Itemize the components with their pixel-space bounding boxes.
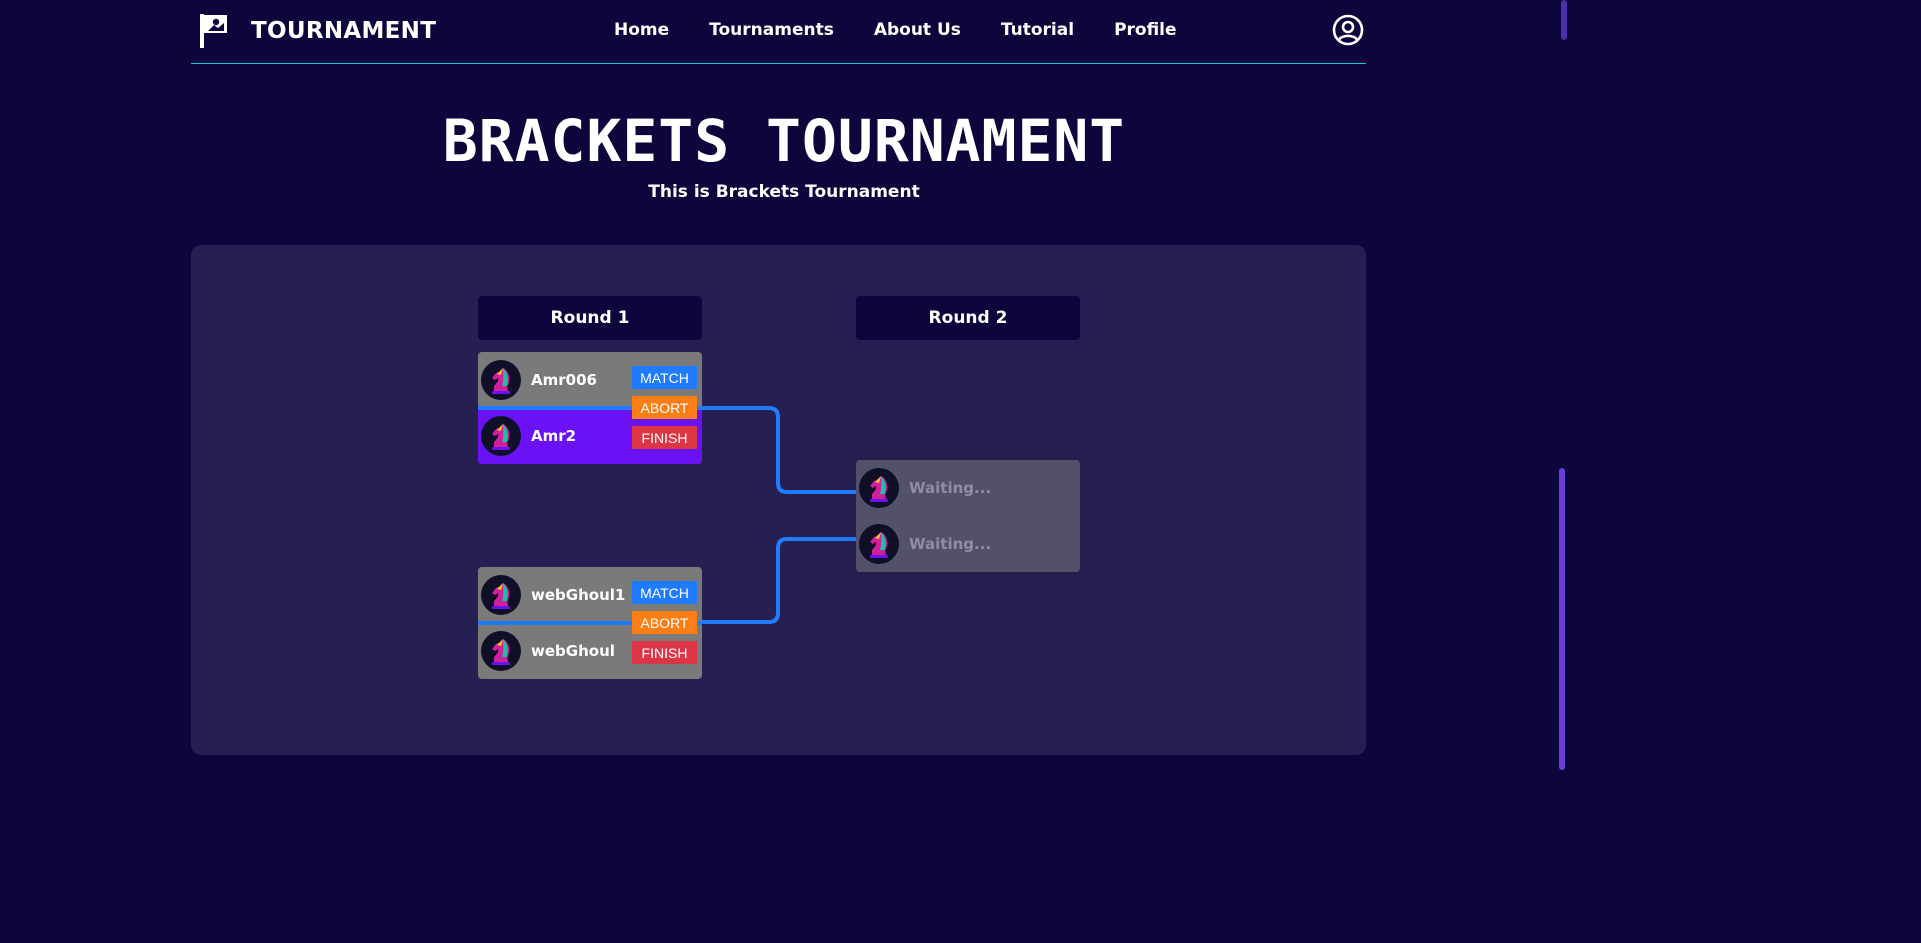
knight-chess-piece-icon (492, 424, 510, 450)
page-subtitle: This is Brackets Tournament (648, 182, 920, 202)
page-title: BRACKETS TOURNAMENT (442, 107, 1126, 175)
match-button[interactable]: MATCH (632, 366, 697, 389)
scrollbar-thumb[interactable] (1559, 468, 1565, 770)
finish-button[interactable]: FINISH (632, 641, 697, 664)
knight-chess-piece-icon (492, 583, 510, 609)
knight-chess-piece-icon (870, 532, 888, 558)
avatar (481, 631, 521, 671)
avatar (481, 575, 521, 615)
avatar (481, 360, 521, 400)
brand-logo[interactable]: TOURNAMENT (199, 13, 436, 49)
brand-name: TOURNAMENT (251, 18, 437, 44)
waiting-label: Waiting... (909, 479, 992, 497)
main-nav: Home Tournaments About Us Tutorial Profi… (614, 20, 1177, 40)
player-name: webGhoul (531, 642, 615, 660)
nav-profile[interactable]: Profile (1114, 20, 1176, 40)
bracket-panel: Round 1 Round 2 Amr006 Amr2 MATCH ABORT … (191, 245, 1366, 755)
waiting-match-card: Waiting... Waiting... (856, 460, 1080, 572)
player-slot-waiting: Waiting... (856, 516, 1080, 572)
avatar (481, 416, 521, 456)
knight-chess-piece-icon (870, 476, 888, 502)
nav-home[interactable]: Home (614, 20, 669, 40)
nav-about-us[interactable]: About Us (874, 20, 961, 40)
nav-tutorial[interactable]: Tutorial (1001, 20, 1074, 40)
match-card: webGhoul1 webGhoul MATCH ABORT FINISH (478, 567, 702, 679)
knight-chess-piece-icon (492, 639, 510, 665)
flag-icon (200, 14, 227, 48)
avatar (859, 524, 899, 564)
finish-button[interactable]: FINISH (632, 426, 697, 449)
player-name: webGhoul1 (531, 586, 626, 604)
round-2-header: Round 2 (856, 296, 1080, 340)
match-card: Amr006 Amr2 MATCH ABORT FINISH (478, 352, 702, 464)
scrollbar-top[interactable] (1561, 0, 1567, 40)
user-circle-icon[interactable] (1332, 14, 1364, 46)
connector-line (701, 537, 857, 624)
knight-chess-piece-icon (492, 368, 510, 394)
connector-line (701, 406, 857, 494)
player-slot-waiting: Waiting... (856, 460, 1080, 516)
player-name: Amr006 (531, 371, 597, 389)
waiting-label: Waiting... (909, 535, 992, 553)
player-name: Amr2 (531, 427, 577, 445)
round-1-header: Round 1 (478, 296, 702, 340)
page: TOURNAMENT Home Tournaments About Us Tut… (0, 0, 1568, 770)
bracket-connectors (701, 406, 857, 624)
match-button[interactable]: MATCH (632, 581, 697, 604)
avatar (859, 468, 899, 508)
abort-button[interactable]: ABORT (632, 396, 697, 419)
abort-button[interactable]: ABORT (632, 611, 697, 634)
nav-tournaments[interactable]: Tournaments (709, 20, 834, 40)
header: TOURNAMENT Home Tournaments About Us Tut… (191, 0, 1366, 64)
